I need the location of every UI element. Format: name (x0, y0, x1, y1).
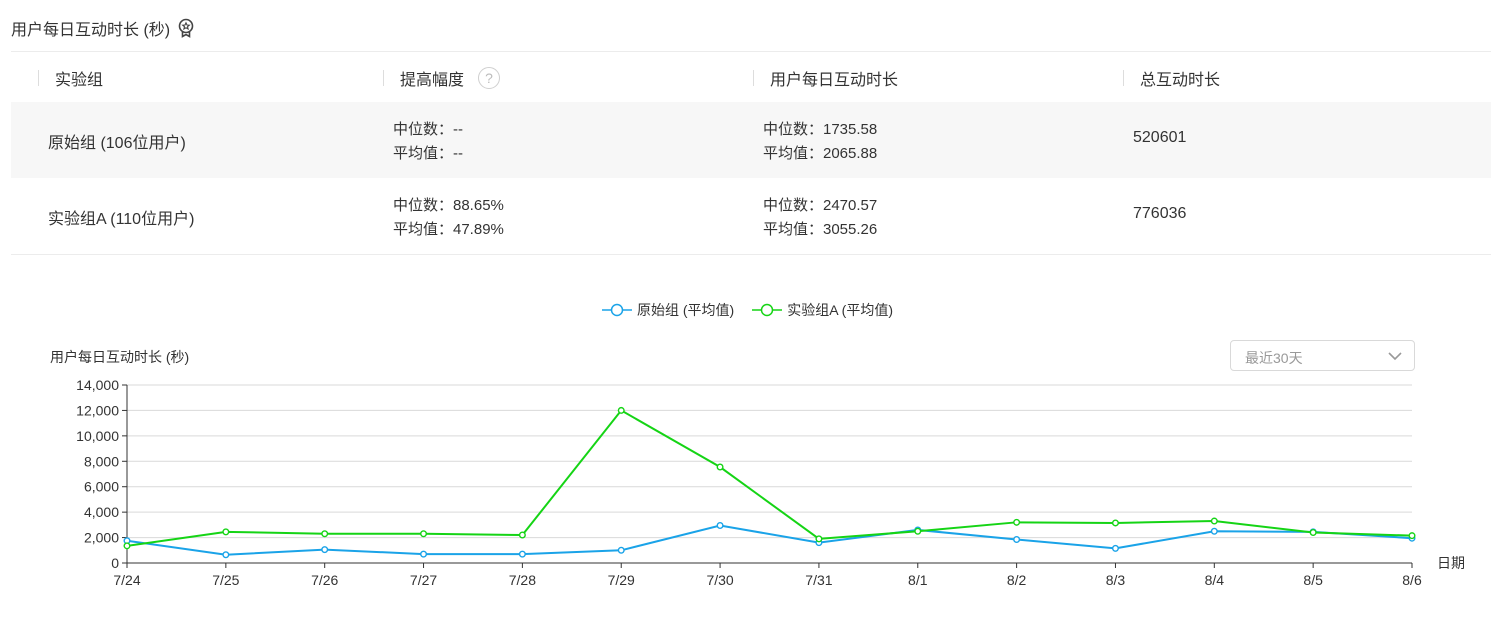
data-point (321, 546, 329, 554)
data-point (518, 531, 526, 539)
data-point (914, 527, 922, 535)
data-point (716, 521, 724, 529)
y-tick-label: 8,000 (84, 453, 119, 469)
x-tick-label: 8/3 (1106, 572, 1126, 588)
data-point (321, 530, 329, 538)
data-point (420, 530, 428, 538)
x-tick-label: 7/27 (410, 572, 437, 588)
x-tick-label: 8/4 (1205, 572, 1225, 588)
y-tick-label: 12,000 (76, 402, 119, 418)
data-point (1111, 544, 1119, 552)
x-tick-label: 7/28 (509, 572, 536, 588)
data-point (1013, 518, 1021, 526)
data-point (1210, 527, 1218, 535)
data-point (222, 528, 230, 536)
data-point (1309, 528, 1317, 536)
data-point (123, 542, 131, 550)
x-tick-label: 7/31 (805, 572, 832, 588)
data-point (1111, 519, 1119, 527)
x-tick-label: 7/29 (608, 572, 635, 588)
x-axis-title: 日期 (1437, 555, 1465, 571)
data-point (518, 550, 526, 558)
x-tick-label: 8/6 (1402, 572, 1422, 588)
x-tick-label: 8/2 (1007, 572, 1027, 588)
x-tick-label: 8/5 (1303, 572, 1323, 588)
data-point (716, 463, 724, 471)
x-tick-label: 7/26 (311, 572, 338, 588)
y-tick-label: 10,000 (76, 428, 119, 444)
x-tick-label: 7/30 (706, 572, 733, 588)
series-2 (123, 406, 1416, 550)
y-tick-label: 14,000 (76, 377, 119, 393)
y-tick-label: 6,000 (84, 479, 119, 495)
data-point (1013, 535, 1021, 543)
data-point (617, 546, 625, 554)
data-point (222, 551, 230, 559)
data-point (815, 535, 823, 543)
y-tick-label: 4,000 (84, 504, 119, 520)
y-tick-label: 2,000 (84, 530, 119, 546)
y-axis-title: 用户每日互动时长 (秒) (50, 349, 189, 365)
line-chart: 用户每日互动时长 (秒) 0 2,000 4,000 6,000 8,000 10,000 1… (50, 349, 1465, 588)
series-line (126, 409, 1413, 547)
data-point (1210, 517, 1218, 525)
y-tick-label: 0 (111, 555, 119, 571)
data-point (617, 406, 625, 414)
series-line (126, 524, 1413, 556)
x-tick-label: 7/25 (212, 572, 239, 588)
data-point (420, 550, 428, 558)
x-tick-label: 7/24 (113, 572, 140, 588)
x-tick-label: 8/1 (908, 572, 928, 588)
data-point (1408, 532, 1416, 540)
series-1 (123, 521, 1416, 559)
